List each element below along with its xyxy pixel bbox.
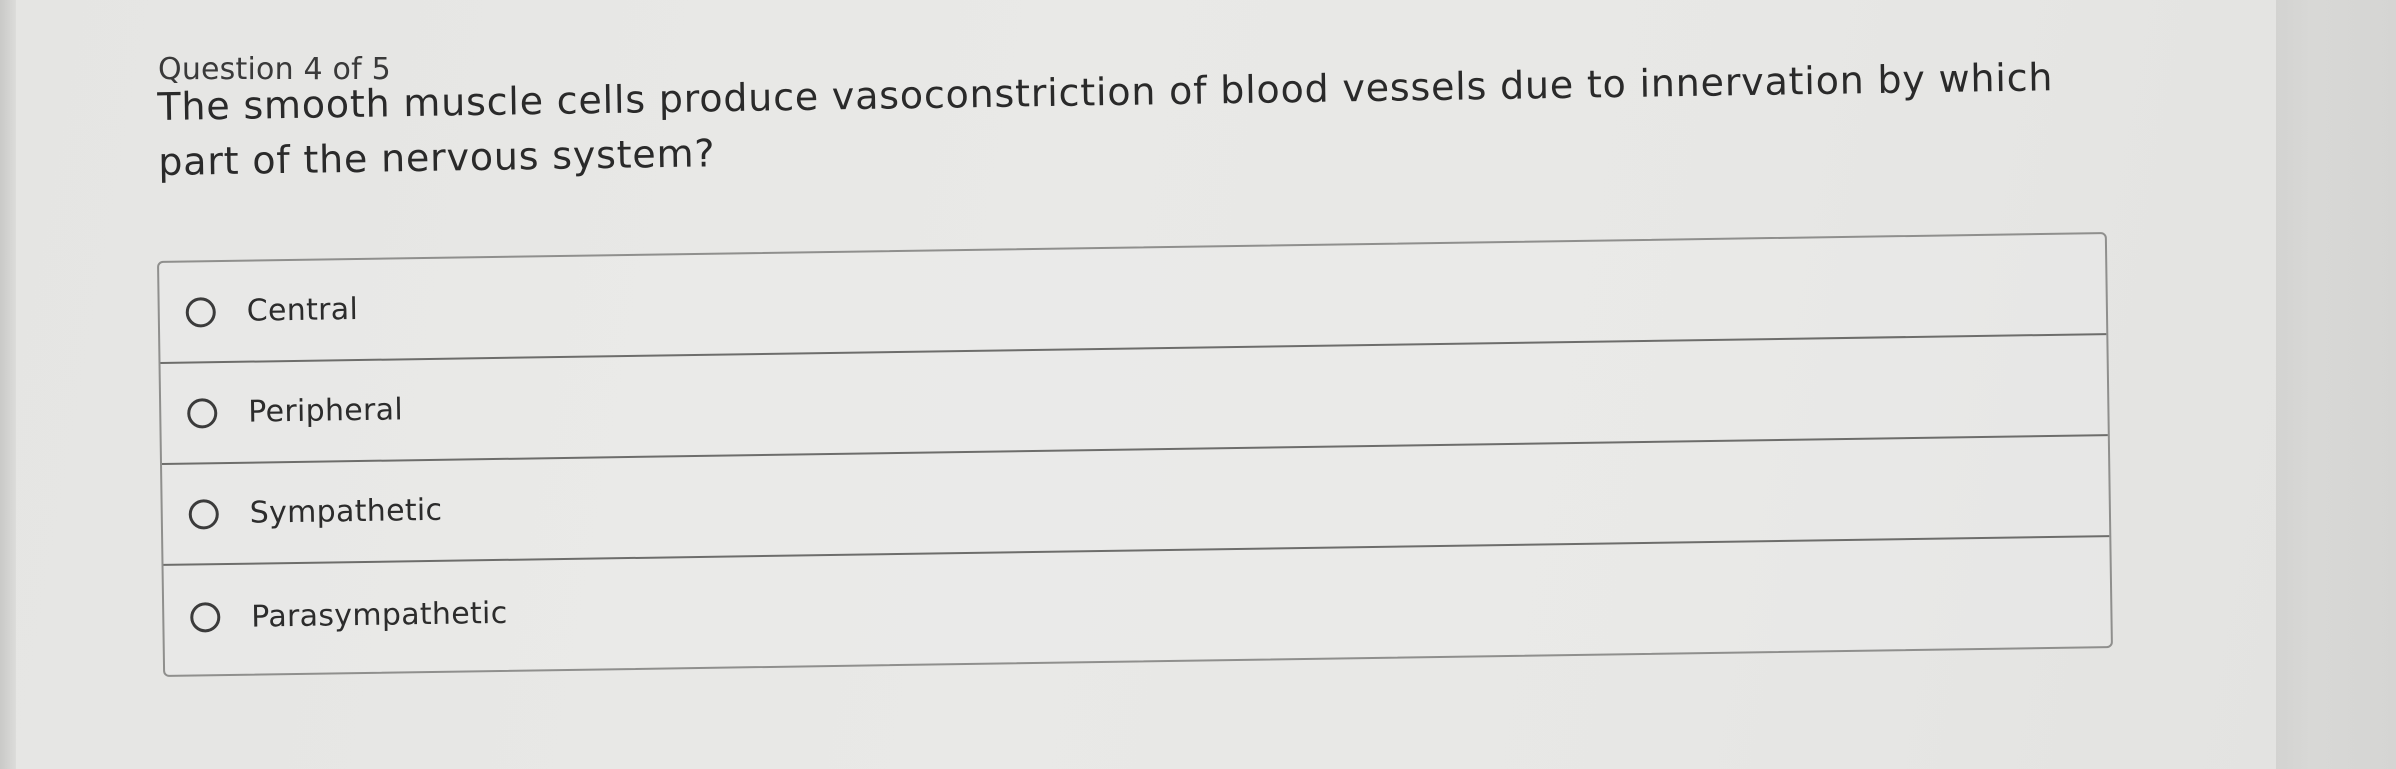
radio-unchecked-icon[interactable] bbox=[187, 397, 218, 429]
screen-left-edge bbox=[0, 0, 16, 769]
option-label: Parasympathetic bbox=[251, 595, 508, 635]
radio-unchecked-icon[interactable] bbox=[188, 498, 219, 530]
radio-unchecked-icon[interactable] bbox=[190, 602, 221, 633]
radio-unchecked-icon[interactable] bbox=[185, 296, 216, 328]
option-label: Peripheral bbox=[247, 392, 404, 430]
option-label: Sympathetic bbox=[249, 492, 443, 531]
option-label: Central bbox=[246, 292, 359, 329]
screen-right-margin bbox=[2276, 0, 2396, 769]
answer-options: Central Peripheral Sympathetic Parasympa… bbox=[157, 232, 2113, 677]
